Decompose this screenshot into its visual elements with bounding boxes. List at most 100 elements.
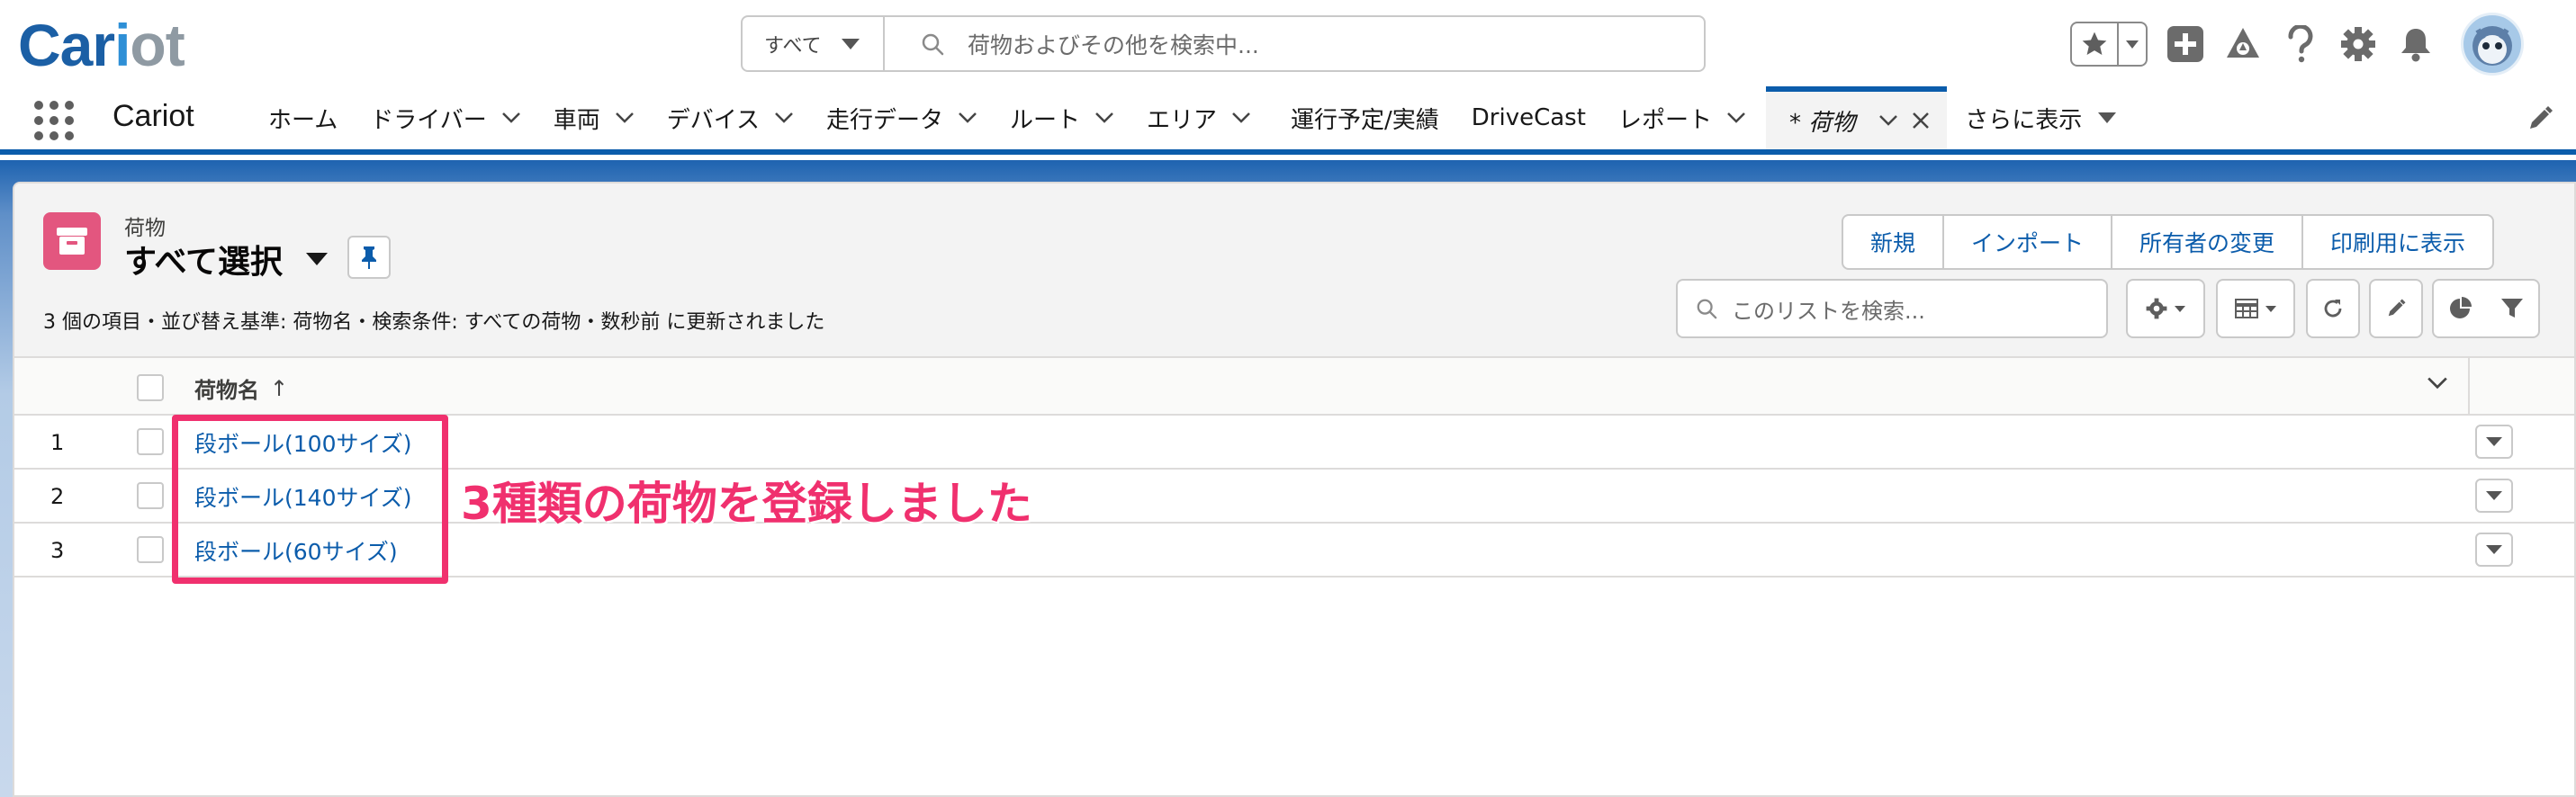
baggage-object-icon — [43, 212, 101, 270]
cariot-logo[interactable]: Cariot — [18, 9, 185, 81]
chevron-down-icon[interactable] — [958, 112, 977, 124]
row-checkbox[interactable] — [137, 482, 164, 509]
row-number: 2 — [50, 484, 65, 509]
list-view-selector[interactable]: すべて選択 — [124, 236, 329, 282]
new-button[interactable]: 新規 — [1843, 216, 1945, 268]
view-name: すべて選択 — [124, 244, 284, 281]
chevron-down-icon — [2175, 305, 2185, 312]
app-navigation-bar: Cariot ホーム ドライバー 車両 デバイス 走行データ ルート エリア 運… — [0, 86, 2576, 155]
chevron-down-icon[interactable] — [501, 112, 521, 124]
search-icon — [1697, 299, 1717, 319]
edit-nav-icon[interactable] — [2526, 104, 2554, 133]
column-divider — [2468, 358, 2470, 416]
row-checkbox[interactable] — [137, 428, 164, 455]
favorites-button[interactable] — [2070, 22, 2148, 67]
nav-item-label: デバイス — [666, 106, 760, 134]
app-name: Cariot — [113, 99, 194, 133]
favorites-menu-button[interactable] — [2119, 23, 2146, 65]
app-launcher-icon[interactable] — [34, 101, 74, 140]
nav-item-driver[interactable]: ドライバー — [347, 86, 529, 149]
list-actions: 新規 インポート 所有者の変更 印刷用に表示 — [1842, 214, 2495, 270]
close-icon[interactable] — [1911, 111, 1931, 130]
row-number: 1 — [50, 430, 65, 455]
search-scope-label: すべて — [764, 34, 822, 58]
annotation-text: 3種類の荷物を登録しました — [461, 478, 1032, 530]
list-summary: 3 個の項目・並び替え基準: 荷物名・検索条件: すべての荷物・数秒前 に更新さ… — [43, 311, 825, 334]
nav-item-drivecast[interactable]: DriveCast — [1448, 86, 1595, 149]
filter-icon[interactable] — [2500, 297, 2524, 320]
change-owner-button[interactable]: 所有者の変更 — [2112, 216, 2304, 268]
chevron-down-icon[interactable] — [1231, 112, 1251, 124]
pencil-icon — [2388, 299, 2406, 317]
nav-item-label: ドライバー — [370, 106, 487, 134]
import-button[interactable]: インポート — [1944, 216, 2113, 268]
list-search-placeholder: このリストを検索... — [1732, 298, 1925, 324]
chevron-down-icon[interactable] — [774, 112, 794, 124]
refresh-icon — [2324, 300, 2342, 318]
add-icon[interactable] — [2166, 24, 2205, 64]
gear-icon — [2146, 298, 2167, 319]
nav-item-route[interactable]: ルート — [986, 86, 1123, 149]
chevron-down-icon — [2098, 112, 2117, 123]
chevron-down-icon[interactable] — [1094, 112, 1114, 124]
row-action-menu[interactable] — [2475, 425, 2513, 459]
row-action-menu[interactable] — [2475, 533, 2513, 567]
column-header-name[interactable]: 荷物名 ↑ — [194, 372, 288, 404]
global-search-input[interactable]: 荷物およびその他を検索中... — [885, 17, 1704, 70]
nav-item-home[interactable]: ホーム — [245, 86, 347, 149]
select-all-checkbox[interactable] — [137, 374, 164, 401]
search-icon — [922, 33, 944, 55]
search-scope-dropdown[interactable]: すべて — [743, 17, 885, 70]
nav-item-label: 運行予定/実績 — [1291, 106, 1439, 134]
nav-item-label: 車両 — [553, 106, 600, 134]
chevron-down-icon[interactable] — [615, 112, 635, 124]
chevron-down-icon[interactable] — [1726, 112, 1746, 124]
nav-item-drive-data[interactable]: 走行データ — [803, 86, 986, 149]
nav-item-schedule[interactable]: 運行予定/実績 — [1260, 86, 1448, 149]
star-icon[interactable] — [2072, 23, 2119, 65]
chevron-down-icon — [2486, 491, 2502, 500]
nav-item-area[interactable]: エリア — [1123, 86, 1260, 149]
nav-item-label: ルート — [1009, 106, 1080, 134]
list-search-input[interactable]: このリストを検索... — [1676, 279, 2108, 338]
list-settings-button[interactable] — [2126, 279, 2205, 338]
trailhead-icon[interactable] — [2223, 24, 2263, 64]
tab-baggage-active[interactable]: * 荷物 — [1765, 86, 1948, 149]
display-as-button[interactable] — [2216, 279, 2295, 338]
inline-edit-button[interactable] — [2369, 279, 2423, 338]
nav-items: ホーム ドライバー 車両 デバイス 走行データ ルート エリア 運行予定/実績 … — [245, 86, 2125, 149]
nav-item-vehicle[interactable]: 車両 — [530, 86, 644, 149]
annotation-highlight-box — [172, 415, 448, 584]
chevron-down-icon — [2486, 437, 2502, 446]
chevron-down-icon[interactable] — [1878, 114, 1898, 127]
column-actions-chevron-icon[interactable] — [2427, 376, 2448, 390]
chart-filter-group — [2432, 279, 2540, 338]
chevron-down-icon — [2486, 545, 2502, 554]
pin-list-button[interactable] — [347, 236, 391, 279]
help-icon[interactable] — [2281, 24, 2320, 64]
nav-item-label: レポート — [1617, 106, 1712, 134]
global-header: Cariot すべて 荷物およびその他を検索中... — [0, 0, 2576, 86]
nav-item-label: DriveCast — [1471, 104, 1586, 131]
logo-part-3: ot — [130, 12, 185, 78]
avatar[interactable] — [2461, 13, 2524, 76]
gear-icon[interactable] — [2338, 24, 2378, 64]
nav-item-reports[interactable]: レポート — [1595, 86, 1755, 149]
pin-icon — [362, 246, 376, 269]
refresh-button[interactable] — [2306, 279, 2360, 338]
active-tab-label: * 荷物 — [1788, 109, 1856, 137]
list-view-header: 荷物 すべて選択 3 個の項目・並び替え基準: 荷物名・検索条件: すべての荷物… — [14, 184, 2574, 358]
table-header: 荷物名 ↑ — [14, 358, 2574, 416]
row-checkbox[interactable] — [137, 536, 164, 563]
more-label: さらに表示 — [1965, 106, 2083, 134]
pie-chart-icon[interactable] — [2448, 297, 2472, 320]
search-placeholder: 荷物およびその他を検索中... — [968, 31, 1259, 58]
table-icon — [2235, 299, 2258, 318]
header-utility-icons — [2070, 13, 2524, 76]
printable-view-button[interactable]: 印刷用に表示 — [2303, 216, 2492, 268]
row-action-menu[interactable] — [2475, 479, 2513, 513]
nav-item-device[interactable]: デバイス — [644, 86, 803, 149]
column-header-label: 荷物名 — [194, 378, 259, 403]
bell-icon[interactable] — [2396, 24, 2436, 64]
nav-more-button[interactable]: さらに表示 — [1947, 86, 2125, 149]
